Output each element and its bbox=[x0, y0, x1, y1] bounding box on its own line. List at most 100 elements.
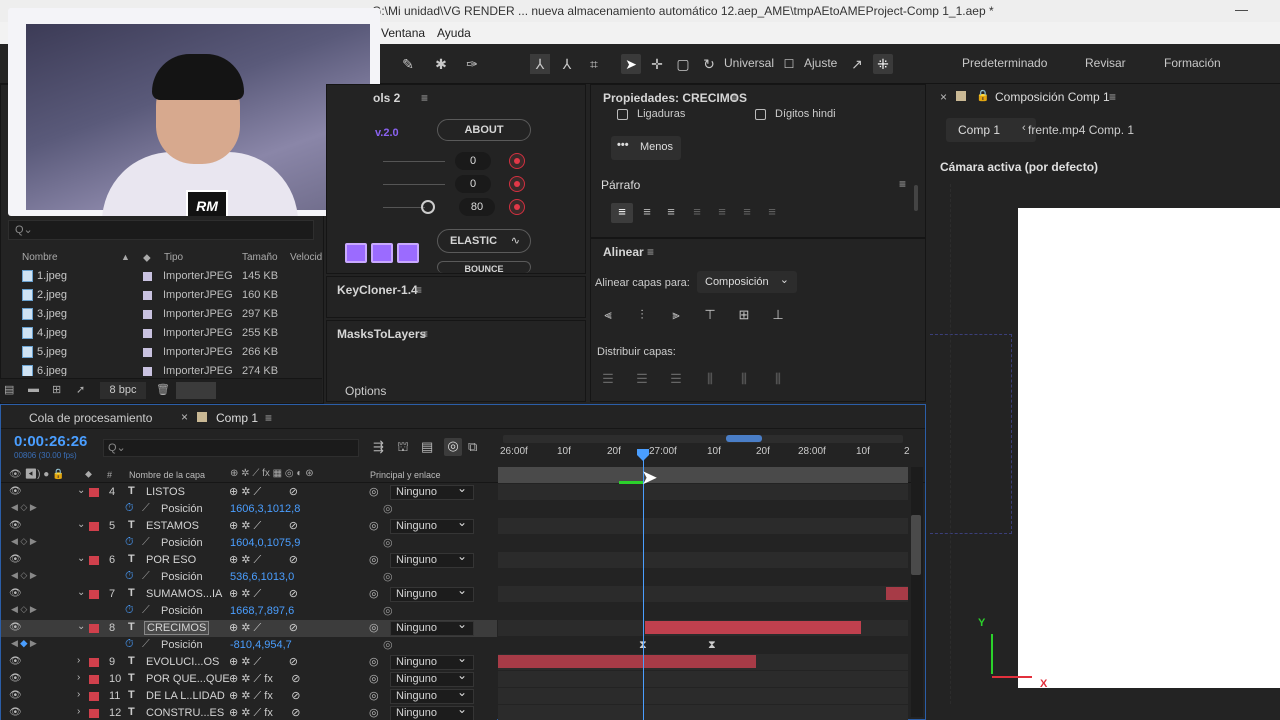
label-color[interactable] bbox=[89, 488, 99, 497]
eye-icon[interactable]: 👁 bbox=[9, 622, 22, 634]
ease-preset-2[interactable] bbox=[371, 243, 393, 263]
label-color[interactable] bbox=[89, 675, 99, 684]
eye-icon[interactable]: 👁 bbox=[9, 656, 22, 668]
layer-bar[interactable] bbox=[645, 621, 861, 634]
record-button-1[interactable] bbox=[509, 153, 525, 169]
stopwatch-icon[interactable]: ⏱ bbox=[125, 536, 134, 549]
table-row[interactable]: 👁 › 9 T EVOLUCI...OS ⊕ ✲ ⟋ ⊘ ◎ Ninguno bbox=[1, 652, 497, 671]
about-button[interactable]: ABOUT bbox=[437, 119, 531, 141]
stopwatch-icon[interactable]: ⏱ bbox=[125, 570, 134, 583]
expression-pickwhip-icon[interactable]: ◎ bbox=[383, 604, 393, 617]
footer-slider[interactable] bbox=[176, 382, 216, 399]
timeline-search-input[interactable]: Q⌄ bbox=[103, 439, 359, 457]
panel-menu-icon[interactable]: ≡ bbox=[899, 177, 906, 191]
pen-icon[interactable]: ✎ bbox=[398, 54, 418, 74]
work-area-range[interactable] bbox=[726, 435, 762, 442]
axis-local-icon[interactable]: ⅄ bbox=[530, 54, 550, 74]
ease-preset-1[interactable] bbox=[345, 243, 367, 263]
eye-icon[interactable]: 👁 bbox=[9, 673, 22, 685]
ease-preset-3[interactable] bbox=[397, 243, 419, 263]
stopwatch-icon[interactable]: ⏱ bbox=[125, 604, 134, 617]
layer-name[interactable]: EVOLUCI...OS bbox=[146, 656, 219, 668]
tab-comp-1[interactable]: Comp 1 ‹ bbox=[946, 118, 1036, 142]
layer-name[interactable]: CRECIMOS bbox=[144, 621, 210, 635]
menu-ayuda[interactable]: Ayuda bbox=[437, 26, 471, 40]
property-row[interactable]: ◀ ◆ ▶ ⏱ ⟋ Posición -810,4,954,7 ◎ bbox=[1, 637, 497, 654]
scrollbar-thumb[interactable] bbox=[911, 515, 921, 575]
label-color[interactable] bbox=[89, 709, 99, 718]
distribute-left-icon[interactable]: ⫼ bbox=[701, 371, 719, 387]
render-icon[interactable]: ➚ bbox=[76, 383, 85, 396]
keyframe-navigator-icon[interactable]: ◀ ◇ ▶ bbox=[11, 570, 37, 581]
workspace-formacion[interactable]: Formación bbox=[1164, 56, 1221, 70]
eye-icon[interactable]: 👁 bbox=[9, 554, 22, 566]
distribute-bottom-icon[interactable]: ☰ bbox=[667, 371, 685, 387]
property-row[interactable]: ◀ ◇ ▶ ⏱ ⟋ Posición 1604,0,1075,9 ◎ bbox=[1, 535, 497, 552]
elastic-button[interactable]: ELASTIC ∿ bbox=[437, 229, 531, 253]
pick-whip-icon[interactable]: ◎ bbox=[369, 485, 379, 498]
chevron-down-icon[interactable]: ⌄ bbox=[77, 485, 85, 496]
minimize-button[interactable]: — bbox=[1235, 2, 1248, 17]
keyframe[interactable]: ⧗ bbox=[708, 639, 716, 652]
table-row[interactable]: 👁 ⌄ 8 T CRECIMOS ⊕ ✲ ⟋ ⊘ ◎ Ninguno bbox=[1, 618, 497, 637]
layer-bar[interactable] bbox=[886, 587, 908, 600]
selection-tool-icon[interactable]: ➤ bbox=[621, 54, 641, 74]
workspace-revisar[interactable]: Revisar bbox=[1085, 56, 1126, 70]
panel-menu-icon[interactable]: ≡ bbox=[421, 91, 428, 105]
label-color[interactable] bbox=[89, 658, 99, 667]
chevron-left-icon[interactable]: ‹ bbox=[1022, 122, 1026, 134]
layer-switches[interactable]: ⊕ ✲ ⟋ ⊘ bbox=[229, 485, 298, 499]
align-bottom-edges-icon[interactable]: ⊥ bbox=[769, 307, 787, 323]
value-field-1[interactable]: 0 bbox=[455, 152, 491, 170]
work-area-bar[interactable] bbox=[503, 435, 903, 443]
align-left-edges-icon[interactable]: ⫷ bbox=[599, 307, 617, 323]
parent-select[interactable]: Ninguno bbox=[390, 550, 474, 568]
shy-icon[interactable]: ⛫ bbox=[397, 439, 409, 457]
playhead[interactable] bbox=[637, 449, 649, 461]
align-right-icon[interactable]: ≡ bbox=[660, 203, 682, 223]
motion-blur-icon[interactable]: ◎ bbox=[444, 438, 462, 456]
table-row[interactable]: 👁 ⌄ 5 T ESTAMOS ⊕ ✲ ⟋ ⊘ ◎ Ninguno bbox=[1, 516, 497, 535]
panel-menu-icon[interactable]: ≡ bbox=[415, 283, 422, 297]
align-left-icon[interactable]: ≡ bbox=[611, 203, 633, 223]
list-item[interactable]: 5.jpeg ImporterJPEG 266 KB bbox=[0, 343, 322, 362]
puppet-icon[interactable]: ✱ bbox=[431, 54, 451, 74]
stopwatch-icon[interactable]: ⏱ bbox=[125, 638, 134, 651]
graph-editor-icon[interactable]: ⧉ bbox=[468, 439, 477, 455]
property-value[interactable]: 1604,0,1075,9 bbox=[230, 537, 300, 549]
close-icon[interactable]: × bbox=[940, 90, 947, 104]
property-value[interactable]: 1606,3,1012,8 bbox=[230, 503, 300, 515]
chevron-right-icon[interactable]: › bbox=[77, 689, 80, 700]
col-layer-name[interactable]: Nombre de la capa bbox=[129, 470, 205, 480]
keyframe-navigator-icon[interactable]: ◀ ◇ ▶ bbox=[11, 536, 37, 547]
list-item[interactable]: 1.jpeg ImporterJPEG 145 KB bbox=[0, 267, 322, 286]
panel-menu-icon[interactable]: ≡ bbox=[647, 245, 654, 259]
label-color[interactable] bbox=[89, 556, 99, 565]
chevron-down-icon[interactable]: ⌄ bbox=[77, 519, 85, 530]
layer-name[interactable]: SUMAMOS...IA bbox=[146, 588, 222, 600]
eye-icon[interactable]: 👁 bbox=[9, 520, 22, 532]
panel-menu-icon[interactable]: ≡ bbox=[265, 411, 272, 425]
layer-switches[interactable]: ⊕ ✲ ⟋ ⊘ bbox=[229, 621, 298, 635]
pin-icon[interactable]: ✑ bbox=[462, 54, 482, 74]
property-row[interactable]: ◀ ◇ ▶ ⏱ ⟋ Posición 536,6,1013,0 ◎ bbox=[1, 569, 497, 586]
property-value[interactable]: 1668,7,897,6 bbox=[230, 605, 294, 617]
interpret-footage-icon[interactable]: ▤ bbox=[4, 383, 14, 396]
layer-switches[interactable]: ⊕ ✲ ⟋ fx ⊘ bbox=[229, 706, 300, 720]
parent-select[interactable]: Ninguno bbox=[390, 703, 474, 720]
lock-icon[interactable]: 🔒 bbox=[976, 89, 990, 102]
eye-icon[interactable]: 👁 bbox=[9, 588, 22, 600]
table-row[interactable]: 👁 › 12 T CONSTRU...ES ⊕ ✲ ⟋ fx ⊘ ◎ Ninguno bbox=[1, 703, 497, 720]
property-row[interactable]: ◀ ◇ ▶ ⏱ ⟋ Posición 1668,7,897,6 ◎ bbox=[1, 603, 497, 620]
sort-icon[interactable]: ▲ bbox=[121, 252, 130, 262]
workspace-predeterminado[interactable]: Predeterminado bbox=[962, 56, 1047, 70]
align-right-edges-icon[interactable]: ⫸ bbox=[667, 307, 685, 323]
table-row[interactable]: 👁 › 10 T POR QUE...QUE ⊕ ✲ ⟋ fx ⊘ ◎ Ninguno bbox=[1, 669, 497, 688]
current-timecode[interactable]: 0:00:26:26 bbox=[14, 433, 87, 450]
align-top-edges-icon[interactable]: ⊤ bbox=[701, 307, 719, 323]
distribute-vcenter-icon[interactable]: ☰ bbox=[633, 371, 651, 387]
justify-all-icon[interactable]: ≡ bbox=[761, 203, 783, 223]
layer-name[interactable]: ESTAMOS bbox=[146, 520, 199, 532]
move-icon[interactable]: ✛ bbox=[647, 54, 667, 74]
distribute-top-icon[interactable]: ☰ bbox=[599, 371, 617, 387]
